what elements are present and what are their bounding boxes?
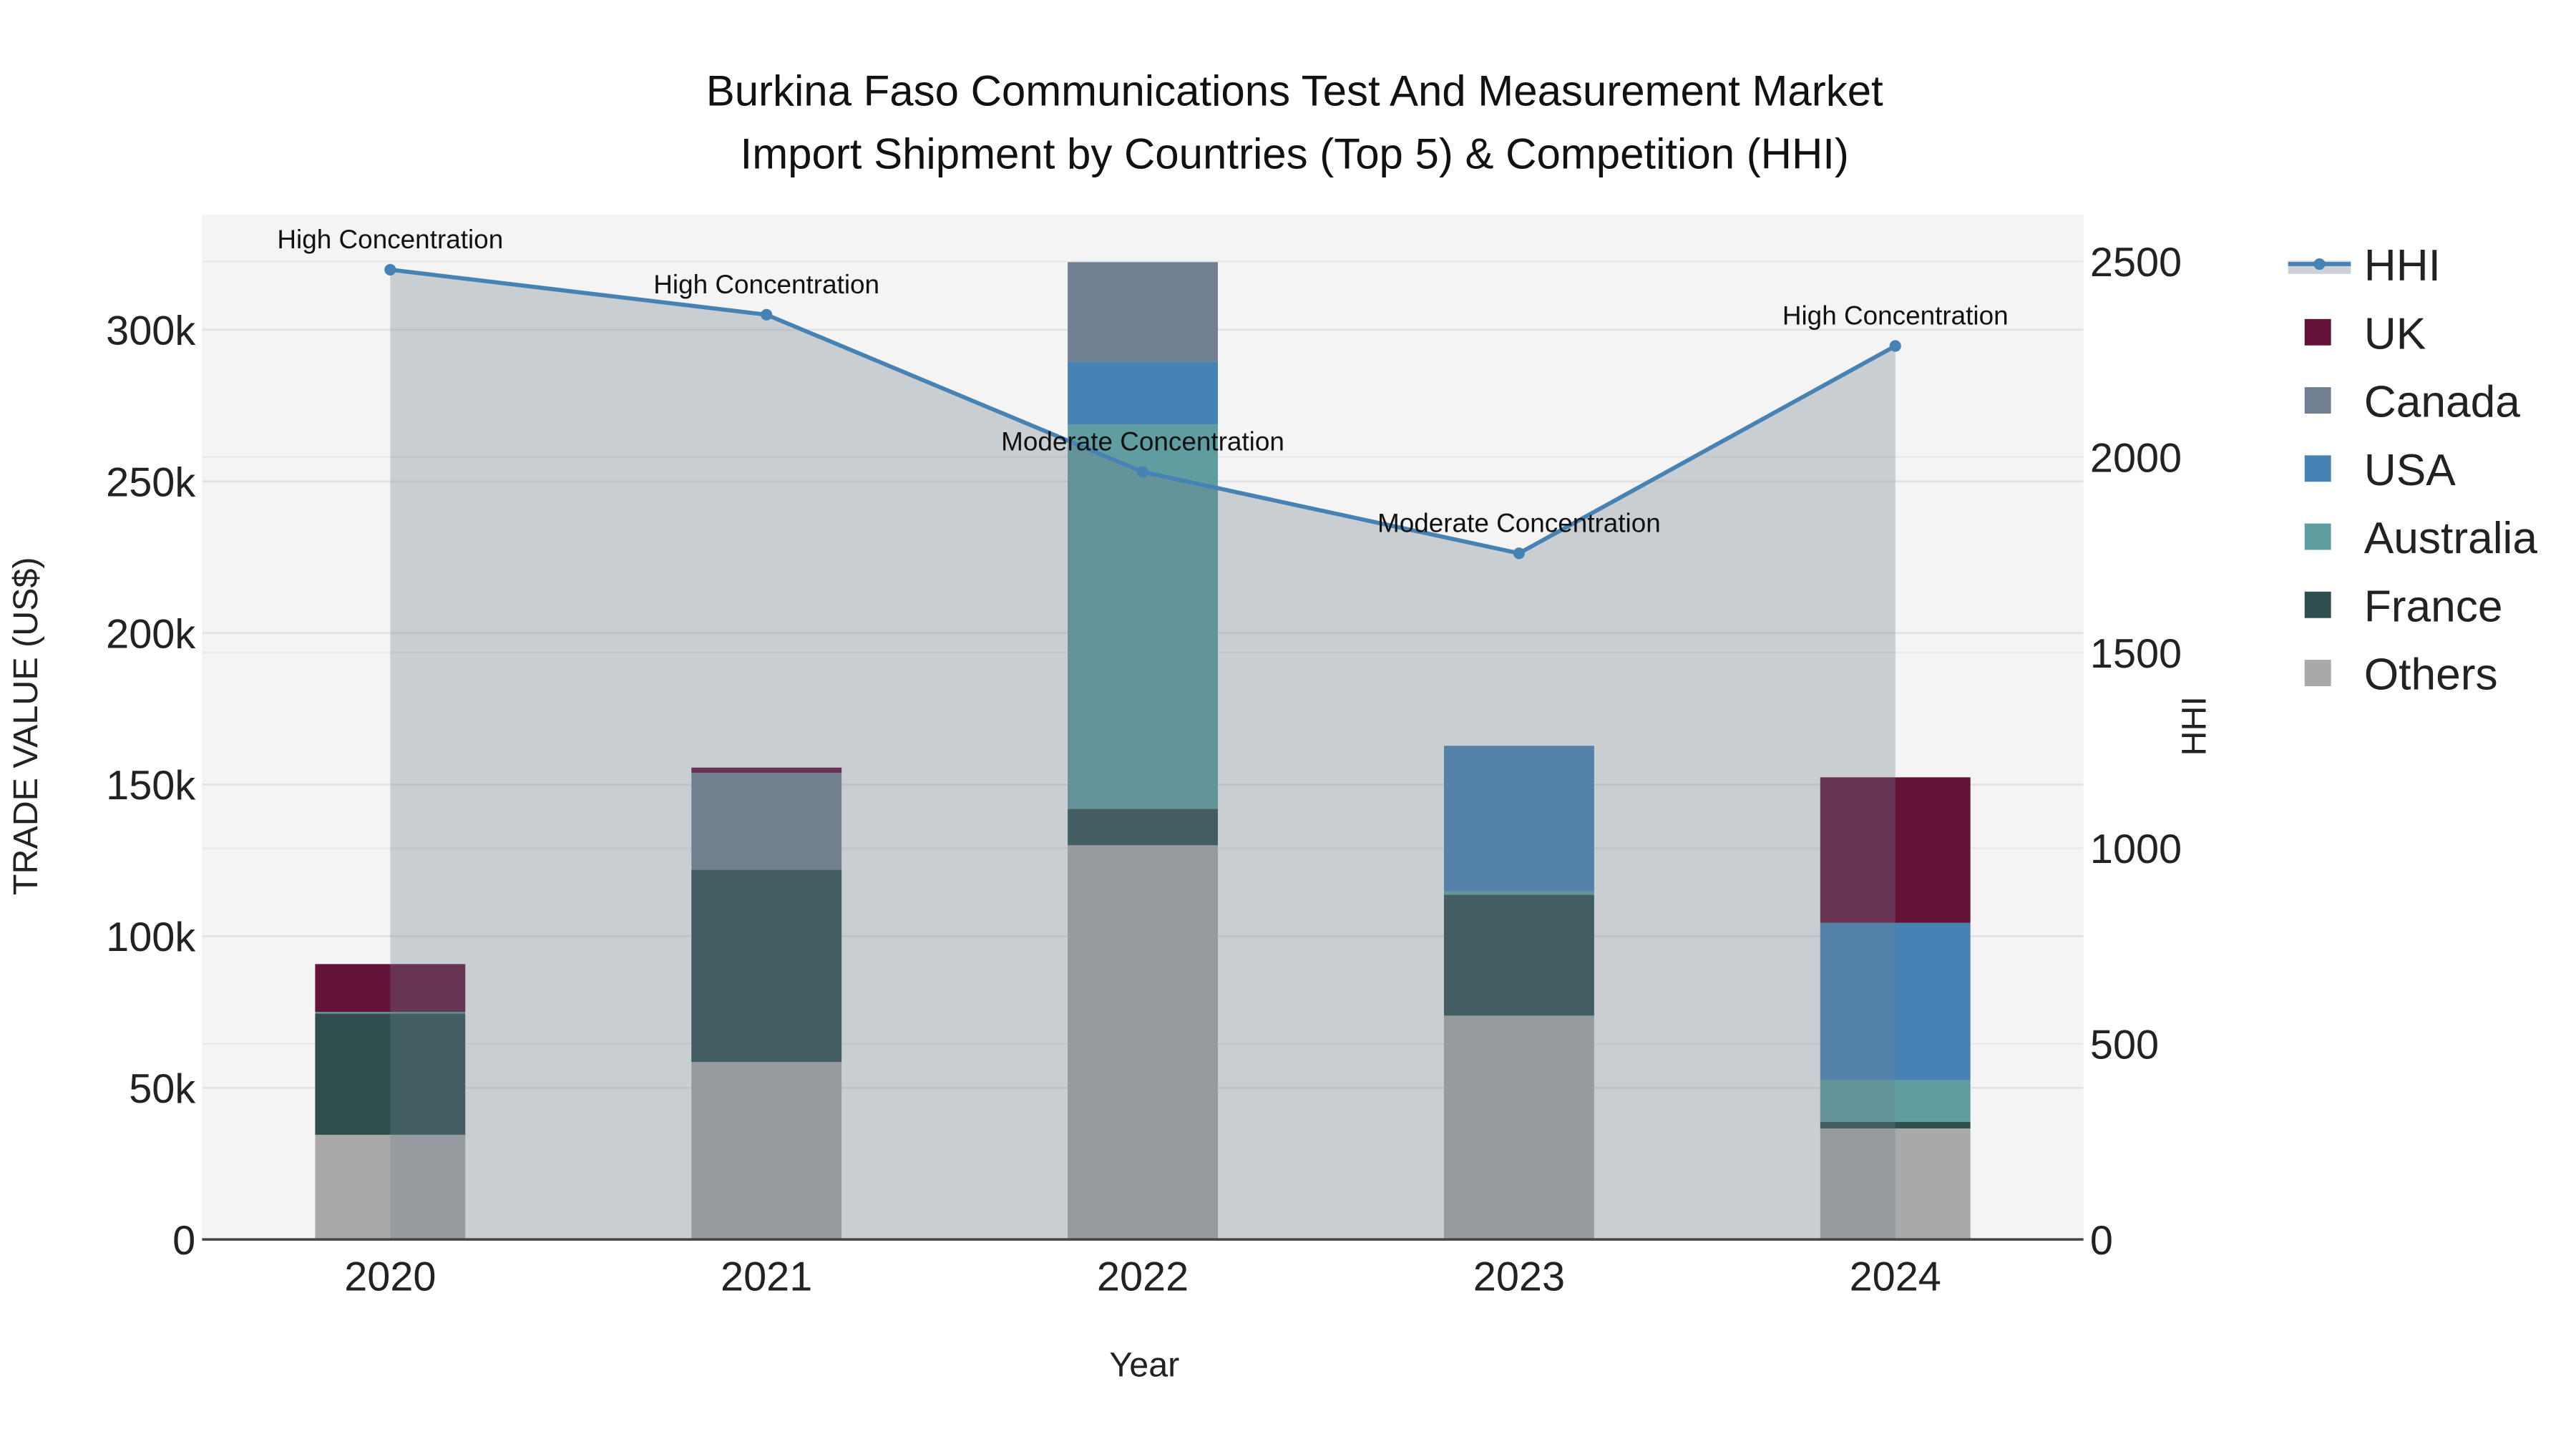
legend-swatch-usa (2304, 455, 2331, 482)
hhi-point-2024 (1889, 340, 1901, 352)
y2-tick-label: 2000 (2090, 436, 2182, 482)
legend-swatch-australia (2304, 523, 2331, 550)
legend: HHI UK Canada USA Australia France Others (2288, 241, 2538, 700)
legend-label-france: France (2364, 582, 2503, 631)
x-tick-label: 2022 (1097, 1254, 1189, 1300)
y-axis-ticks: 0 50k 100k 150k 200k 250k 300k (106, 308, 195, 1264)
y-tick-label: 250k (106, 459, 195, 505)
bar-canada-2022 (1068, 262, 1218, 362)
x-tick-label: 2020 (344, 1254, 436, 1300)
y-tick-label: 200k (106, 611, 195, 657)
hhi-annotation: High Concentration (277, 225, 503, 254)
x-axis-ticks: 2020 2021 2022 2023 2024 (344, 1254, 1941, 1300)
legend-swatch-canada (2304, 387, 2331, 414)
legend-label-usa: USA (2364, 446, 2456, 495)
y-tick-label: 50k (129, 1066, 195, 1112)
hhi-point-2023 (1513, 547, 1525, 560)
y2-tick-label: 2500 (2090, 240, 2182, 286)
legend-swatch-france (2304, 591, 2331, 618)
y-tick-label: 300k (106, 308, 195, 354)
legend-label-australia: Australia (2364, 514, 2538, 563)
x-axis-title: Year (1109, 1346, 1179, 1385)
chart: High Concentration High Concentration Mode… (6, 67, 2538, 1385)
hhi-annotation: High Concentration (1782, 301, 2009, 331)
y-tick-label: 0 (172, 1218, 195, 1264)
bar-usa-2022 (1068, 361, 1218, 425)
hhi-annotation: Moderate Concentration (1001, 427, 1284, 457)
legend-swatch-others (2304, 660, 2331, 686)
x-tick-label: 2023 (1473, 1254, 1565, 1300)
hhi-point-2022 (1136, 466, 1149, 478)
y2-tick-label: 500 (2090, 1023, 2159, 1068)
hhi-annotation: High Concentration (653, 270, 879, 299)
y2-axis-ticks: 0 500 1000 1500 2000 2500 (2090, 240, 2182, 1264)
x-tick-label: 2024 (1850, 1254, 1941, 1300)
y2-tick-label: 1000 (2090, 826, 2182, 872)
chart-title-line2: Import Shipment by Countries (Top 5) & C… (741, 130, 1849, 177)
x-tick-label: 2021 (721, 1254, 812, 1300)
y-tick-label: 100k (106, 914, 195, 960)
legend-label-hhi: HHI (2364, 241, 2441, 291)
legend-label-canada: Canada (2364, 378, 2520, 427)
y-axis-title: TRADE VALUE (US$) (6, 557, 45, 895)
legend-swatch-uk (2304, 318, 2331, 346)
y2-axis-title: HHI (2175, 696, 2213, 756)
chart-title-line1: Burkina Faso Communications Test And Mea… (706, 67, 1883, 115)
y2-tick-label: 1500 (2090, 631, 2182, 677)
hhi-point-2021 (761, 308, 773, 321)
legend-label-others: Others (2364, 650, 2498, 700)
y2-tick-label: 0 (2090, 1218, 2113, 1264)
hhi-annotation: Moderate Concentration (1377, 508, 1661, 537)
y-tick-label: 150k (106, 763, 195, 809)
hhi-point-2020 (384, 263, 396, 275)
legend-marker-hhi (2313, 258, 2326, 270)
legend-label-uk: UK (2364, 309, 2426, 358)
